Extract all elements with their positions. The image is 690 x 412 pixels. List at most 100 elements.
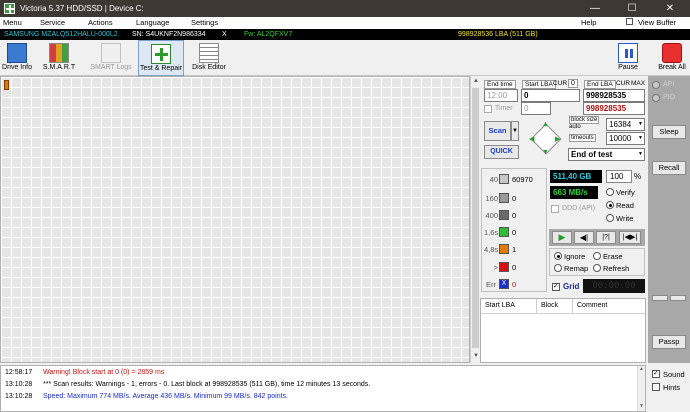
device-x: X <box>222 31 227 38</box>
scan-map-block <box>4 80 9 90</box>
end-button[interactable]: |◀▶| <box>619 231 641 244</box>
log-row: 12:58:17 Warning! Block start at 0 (0) =… <box>1 367 641 379</box>
end-lba-max-field[interactable]: 998928535 <box>583 102 645 115</box>
skip-button[interactable]: |?| <box>596 231 616 244</box>
log-panel[interactable]: 12:58:17 Warning! Block start at 0 (0) =… <box>0 365 646 412</box>
minimize-button[interactable]: — <box>575 0 615 17</box>
test-parameters-panel: End time 12:00 Timer 0 Start LBA CUR 0 0… <box>482 78 646 166</box>
test-repair-button[interactable]: Test & Repair <box>138 40 184 76</box>
nav-down-icon[interactable]: ▼ <box>542 149 549 156</box>
api-radio[interactable] <box>652 81 660 89</box>
play-button[interactable]: ▶ <box>552 231 572 244</box>
log-row: 13:10:28 Speed: Maximum 774 MB/s. Averag… <box>1 391 641 403</box>
end-mode-select[interactable]: End of test <box>568 148 645 161</box>
scroll-down-icon[interactable]: ▼ <box>473 353 479 359</box>
write-label: Write <box>616 214 634 223</box>
ignore-radio[interactable] <box>554 252 562 260</box>
erase-label: Erase <box>603 252 623 261</box>
remap-label: Remap <box>564 264 589 273</box>
log-scroll-up-icon[interactable]: ▲ <box>639 366 644 372</box>
close-button[interactable]: ✕ <box>650 0 690 17</box>
break-all-button[interactable]: Break All <box>654 40 690 76</box>
disk-editor-button[interactable]: Disk Editor <box>190 40 228 76</box>
counter-label-40: 40 <box>489 175 498 184</box>
col-comment[interactable]: Comment <box>577 302 607 309</box>
device-bar[interactable]: SAMSUNG MZALQ512HALU-000L2 SN: S4UKNF2N9… <box>0 29 690 40</box>
pause-button[interactable]: Pause <box>612 40 644 76</box>
menu-item-menu[interactable]: Menu <box>3 18 22 27</box>
title-bar: Victoria 5.37 HDD/SSD | Device C: — ☐ ✕ <box>0 0 690 17</box>
maximize-button[interactable]: ☐ <box>612 0 652 17</box>
quick-button[interactable]: QUICK <box>484 145 519 159</box>
counter-swatch-40 <box>499 174 509 184</box>
grid-checkbox[interactable] <box>552 282 560 291</box>
drive-info-button[interactable]: Drive Info <box>0 40 34 76</box>
percent-display: 100 <box>606 170 632 183</box>
menu-item-language[interactable]: Language <box>136 18 169 27</box>
nav-right-icon[interactable]: ▶ <box>555 135 560 143</box>
side-small-button-2[interactable] <box>670 295 686 301</box>
sleep-button[interactable]: Sleep <box>652 125 686 139</box>
rewind-button[interactable]: ◀| <box>574 231 594 244</box>
counter-label-over: > <box>493 263 498 272</box>
scan-button[interactable]: Scan <box>484 121 511 141</box>
counters-panel: 40 60970 160 0 400 0 1,6s 0 4,8s 1 > 0 E… <box>481 168 547 292</box>
toolbar: Drive Info S.M.A.R.T SMART Logs Test & R… <box>0 40 690 76</box>
timer-field[interactable]: 0 <box>521 102 551 115</box>
speed-display: 663 MB/s <box>550 186 598 199</box>
ddd-checkbox[interactable] <box>551 205 559 213</box>
log-text: Warning! Block start at 0 (0) = 2859 ms <box>43 369 165 376</box>
log-time: 13:10:28 <box>5 393 33 400</box>
counter-swatch-1-6s <box>499 227 509 237</box>
menu-item-help[interactable]: Help <box>581 18 596 27</box>
verify-label: Verify <box>616 188 635 197</box>
timer-checkbox[interactable] <box>484 105 492 113</box>
verify-radio[interactable] <box>606 188 614 196</box>
erase-radio[interactable] <box>593 252 601 260</box>
start-lba-field[interactable]: 0 <box>521 89 580 102</box>
scan-map-scrollbar[interactable]: ▲ ▼ <box>470 76 480 363</box>
write-radio[interactable] <box>606 214 614 222</box>
sound-label: Sound <box>663 370 685 379</box>
results-table[interactable]: Start LBA Block Comment <box>480 298 646 363</box>
window-title: Victoria 5.37 HDD/SSD | Device C: <box>20 4 144 13</box>
side-small-button-1[interactable] <box>652 295 668 301</box>
refresh-label: Refresh <box>603 264 630 273</box>
pio-radio[interactable] <box>652 94 660 102</box>
scroll-thumb[interactable] <box>472 88 479 348</box>
log-scrollbar[interactable]: ▲ ▼ <box>637 366 645 411</box>
nav-up-icon[interactable]: ▲ <box>542 121 549 128</box>
sound-checkbox[interactable] <box>652 369 660 378</box>
end-time-field[interactable]: 12:00 <box>484 89 518 102</box>
hints-checkbox[interactable] <box>652 383 660 391</box>
refresh-radio[interactable] <box>593 264 601 272</box>
view-buffer-checkbox[interactable] <box>626 18 633 25</box>
counter-label-160: 160 <box>485 194 498 203</box>
start-cur-label: CUR <box>553 80 568 87</box>
timer-label: Timer <box>495 105 513 112</box>
smart-button[interactable]: S.M.A.R.T <box>36 40 82 76</box>
scroll-up-icon[interactable]: ▲ <box>473 78 479 84</box>
read-radio[interactable] <box>606 201 614 209</box>
percent-sign: % <box>634 172 642 181</box>
recall-button[interactable]: Recall <box>652 161 686 175</box>
menu-item-settings[interactable]: Settings <box>191 18 218 27</box>
col-block[interactable]: Block <box>541 302 558 309</box>
counter-swatch-err: X <box>499 279 509 289</box>
navigation-pad[interactable]: ▲ ▼ ◀ ▶ <box>526 119 566 159</box>
menu-item-actions[interactable]: Actions <box>88 18 113 27</box>
end-lba-field[interactable]: 998928535 <box>583 89 645 102</box>
log-scroll-down-icon[interactable]: ▼ <box>639 403 644 409</box>
passp-button[interactable]: Passp <box>652 335 686 349</box>
smart-logs-button[interactable]: SMART Logs <box>88 40 134 76</box>
scan-dropdown-button[interactable]: ▼ <box>511 121 519 141</box>
end-max-label: MAX <box>631 80 646 87</box>
menu-item-service[interactable]: Service <box>40 18 65 27</box>
nav-left-icon[interactable]: ◀ <box>529 135 534 143</box>
remap-radio[interactable] <box>554 264 562 272</box>
scan-map-grid <box>0 76 470 363</box>
counter-value-400: 0 <box>512 211 517 220</box>
col-start-lba[interactable]: Start LBA <box>485 302 515 309</box>
app-icon <box>4 3 15 14</box>
device-serial: SN: S4UKNF2N986334 <box>132 31 206 38</box>
